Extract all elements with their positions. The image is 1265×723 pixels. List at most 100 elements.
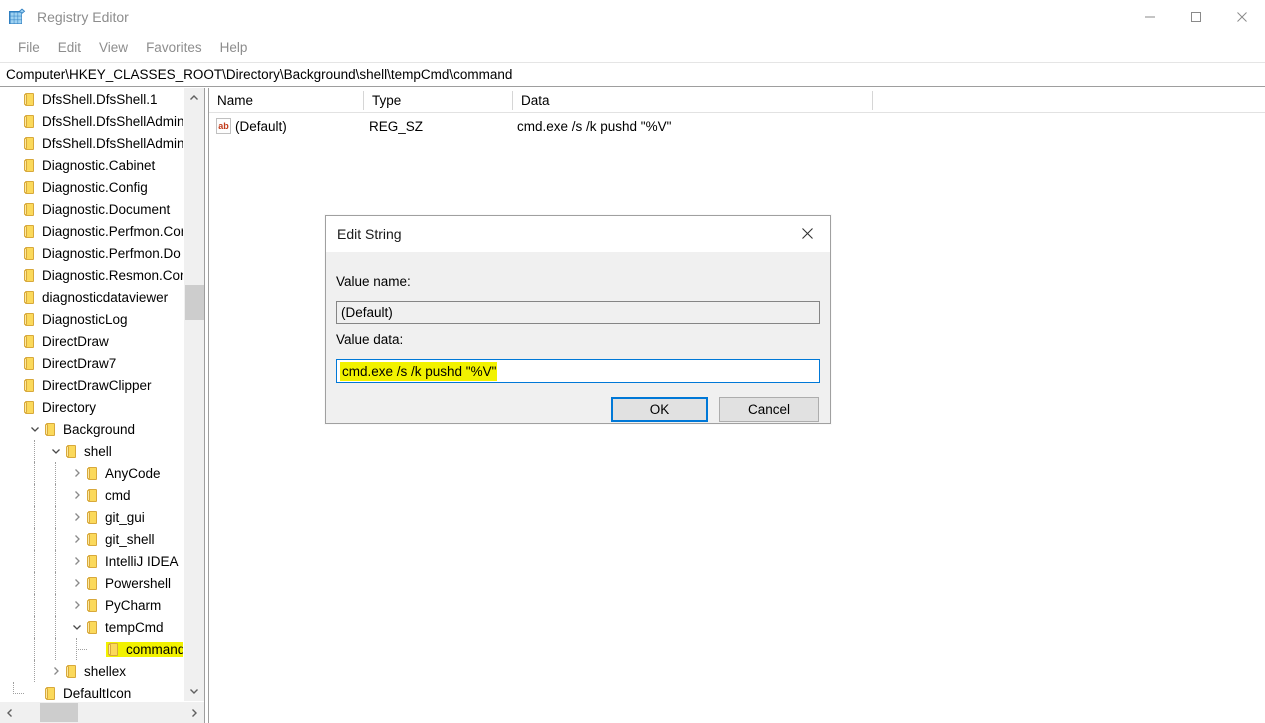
tree-expander-placeholder (6, 374, 22, 396)
tree-vertical-scrollbar[interactable] (183, 88, 204, 701)
maximize-button[interactable] (1173, 0, 1219, 33)
value-name-input[interactable]: (Default) (336, 301, 820, 324)
chevron-right-icon[interactable] (69, 550, 85, 572)
column-header-type[interactable]: Type (364, 88, 512, 112)
tree-item[interactable]: Diagnostic.Perfmon.Do (0, 242, 183, 264)
tree-item-label: DfsShell.DfsShellAdmin (42, 135, 183, 151)
tree-item[interactable]: tempCmd (0, 616, 183, 638)
chevron-right-icon[interactable] (69, 484, 85, 506)
folder-icon (23, 202, 37, 216)
tree-item-label: DefaultIcon (63, 685, 132, 701)
tree-expander-placeholder (6, 308, 22, 330)
tree-item-content: git_gui (85, 510, 145, 525)
menu-edit[interactable]: Edit (49, 37, 90, 58)
chevron-right-icon[interactable] (48, 660, 64, 682)
tree-item[interactable]: Diagnostic.Perfmon.Cor (0, 220, 183, 242)
chevron-left-icon[interactable] (0, 703, 20, 723)
tree-item[interactable]: command (0, 638, 183, 660)
tree-item[interactable]: Directory (0, 396, 183, 418)
close-icon[interactable] (784, 216, 830, 250)
tree-item[interactable]: PyCharm (0, 594, 183, 616)
tree-item-content: shell (64, 444, 112, 459)
close-button[interactable] (1219, 0, 1265, 33)
tree-item[interactable]: DfsShell.DfsShell.1 (0, 88, 183, 110)
menubar: File Edit View Favorites Help (0, 33, 1265, 61)
chevron-right-icon[interactable] (69, 506, 85, 528)
tree-item[interactable]: diagnosticdataviewer (0, 286, 183, 308)
tree-item-label: Background (63, 421, 136, 437)
chevron-up-icon[interactable] (184, 88, 204, 108)
menu-view[interactable]: View (90, 37, 137, 58)
tree-guide-line (34, 462, 36, 484)
chevron-down-icon[interactable] (184, 681, 204, 701)
chevron-right-icon[interactable] (184, 703, 204, 723)
tree-guide-line (34, 660, 36, 682)
cancel-button[interactable]: Cancel (719, 397, 819, 422)
address-bar[interactable]: Computer\HKEY_CLASSES_ROOT\Directory\Bac… (0, 62, 1265, 87)
column-header-name[interactable]: Name (209, 88, 363, 112)
chevron-down-icon[interactable] (48, 440, 64, 462)
tree-horizontal-scroll-thumb[interactable] (40, 703, 78, 722)
chevron-right-icon[interactable] (69, 572, 85, 594)
tree-item[interactable]: Diagnostic.Config (0, 176, 183, 198)
menu-help[interactable]: Help (211, 37, 257, 58)
tree-expander-placeholder (27, 682, 43, 701)
folder-icon (23, 246, 37, 260)
tree-item[interactable]: DirectDraw7 (0, 352, 183, 374)
tree-item[interactable]: IntelliJ IDEA (0, 550, 183, 572)
tree-item-label: git_gui (105, 509, 145, 525)
tree-item-content: IntelliJ IDEA (85, 554, 179, 569)
folder-icon (86, 510, 100, 524)
folder-icon (86, 576, 100, 590)
menu-favorites[interactable]: Favorites (137, 37, 211, 58)
tree-item-label: Diagnostic.Document (42, 201, 171, 217)
chevron-right-icon[interactable] (69, 528, 85, 550)
ok-button[interactable]: OK (611, 397, 708, 422)
minimize-button[interactable] (1127, 0, 1173, 33)
column-header-data[interactable]: Data (513, 88, 872, 112)
tree-item[interactable]: shellex (0, 660, 183, 682)
tree-item[interactable]: cmd (0, 484, 183, 506)
value-data-cell: cmd.exe /s /k pushd "%V" (517, 118, 672, 134)
tree-item[interactable]: DfsShell.DfsShellAdmin (0, 110, 183, 132)
chevron-down-icon[interactable] (27, 418, 43, 440)
tree-horizontal-scrollbar[interactable] (0, 701, 204, 723)
tree-item[interactable]: Powershell (0, 572, 183, 594)
table-row[interactable]: ab (Default) REG_SZ cmd.exe /s /k pushd … (209, 115, 1265, 137)
tree-item[interactable]: shell (0, 440, 183, 462)
tree-item-label: Powershell (105, 575, 172, 591)
tree-item[interactable]: DfsShell.DfsShellAdmin (0, 132, 183, 154)
folder-icon (23, 334, 37, 348)
tree-item[interactable]: git_gui (0, 506, 183, 528)
chevron-down-icon[interactable] (69, 616, 85, 638)
tree-item[interactable]: DirectDraw (0, 330, 183, 352)
tree-item-content: diagnosticdataviewer (22, 290, 168, 305)
tree-vertical-scroll-thumb[interactable] (185, 285, 204, 320)
tree-expander-placeholder (6, 330, 22, 352)
tree-item-label: Directory (42, 399, 97, 415)
tree-item[interactable]: Diagnostic.Cabinet (0, 154, 183, 176)
registry-tree[interactable]: DfsShell.DfsShell.1 DfsShell.DfsShellAdmi… (0, 88, 183, 701)
tree-item[interactable]: DiagnosticLog (0, 308, 183, 330)
tree-guide-line (55, 484, 57, 506)
tree-item[interactable]: DirectDrawClipper (0, 374, 183, 396)
tree-item[interactable]: Diagnostic.Document (0, 198, 183, 220)
folder-icon (44, 686, 58, 700)
tree-item[interactable]: DefaultIcon (0, 682, 183, 701)
folder-icon (65, 664, 79, 678)
tree-item-label: DfsShell.DfsShell.1 (42, 91, 158, 107)
tree-item-label: DirectDraw7 (42, 355, 117, 371)
window-title: Registry Editor (37, 8, 129, 25)
menu-file[interactable]: File (9, 37, 49, 58)
chevron-right-icon[interactable] (69, 594, 85, 616)
chevron-right-icon[interactable] (69, 462, 85, 484)
tree-expander-placeholder (6, 110, 22, 132)
tree-item[interactable]: git_shell (0, 528, 183, 550)
tree-item[interactable]: AnyCode (0, 462, 183, 484)
tree-item-label: shell (84, 443, 112, 459)
tree-item[interactable]: Background (0, 418, 183, 440)
tree-item[interactable]: Diagnostic.Resmon.Cor (0, 264, 183, 286)
column-divider[interactable] (872, 91, 873, 110)
value-data-input[interactable]: cmd.exe /s /k pushd "%V" (336, 359, 820, 383)
tree-item-content: DefaultIcon (43, 686, 131, 701)
